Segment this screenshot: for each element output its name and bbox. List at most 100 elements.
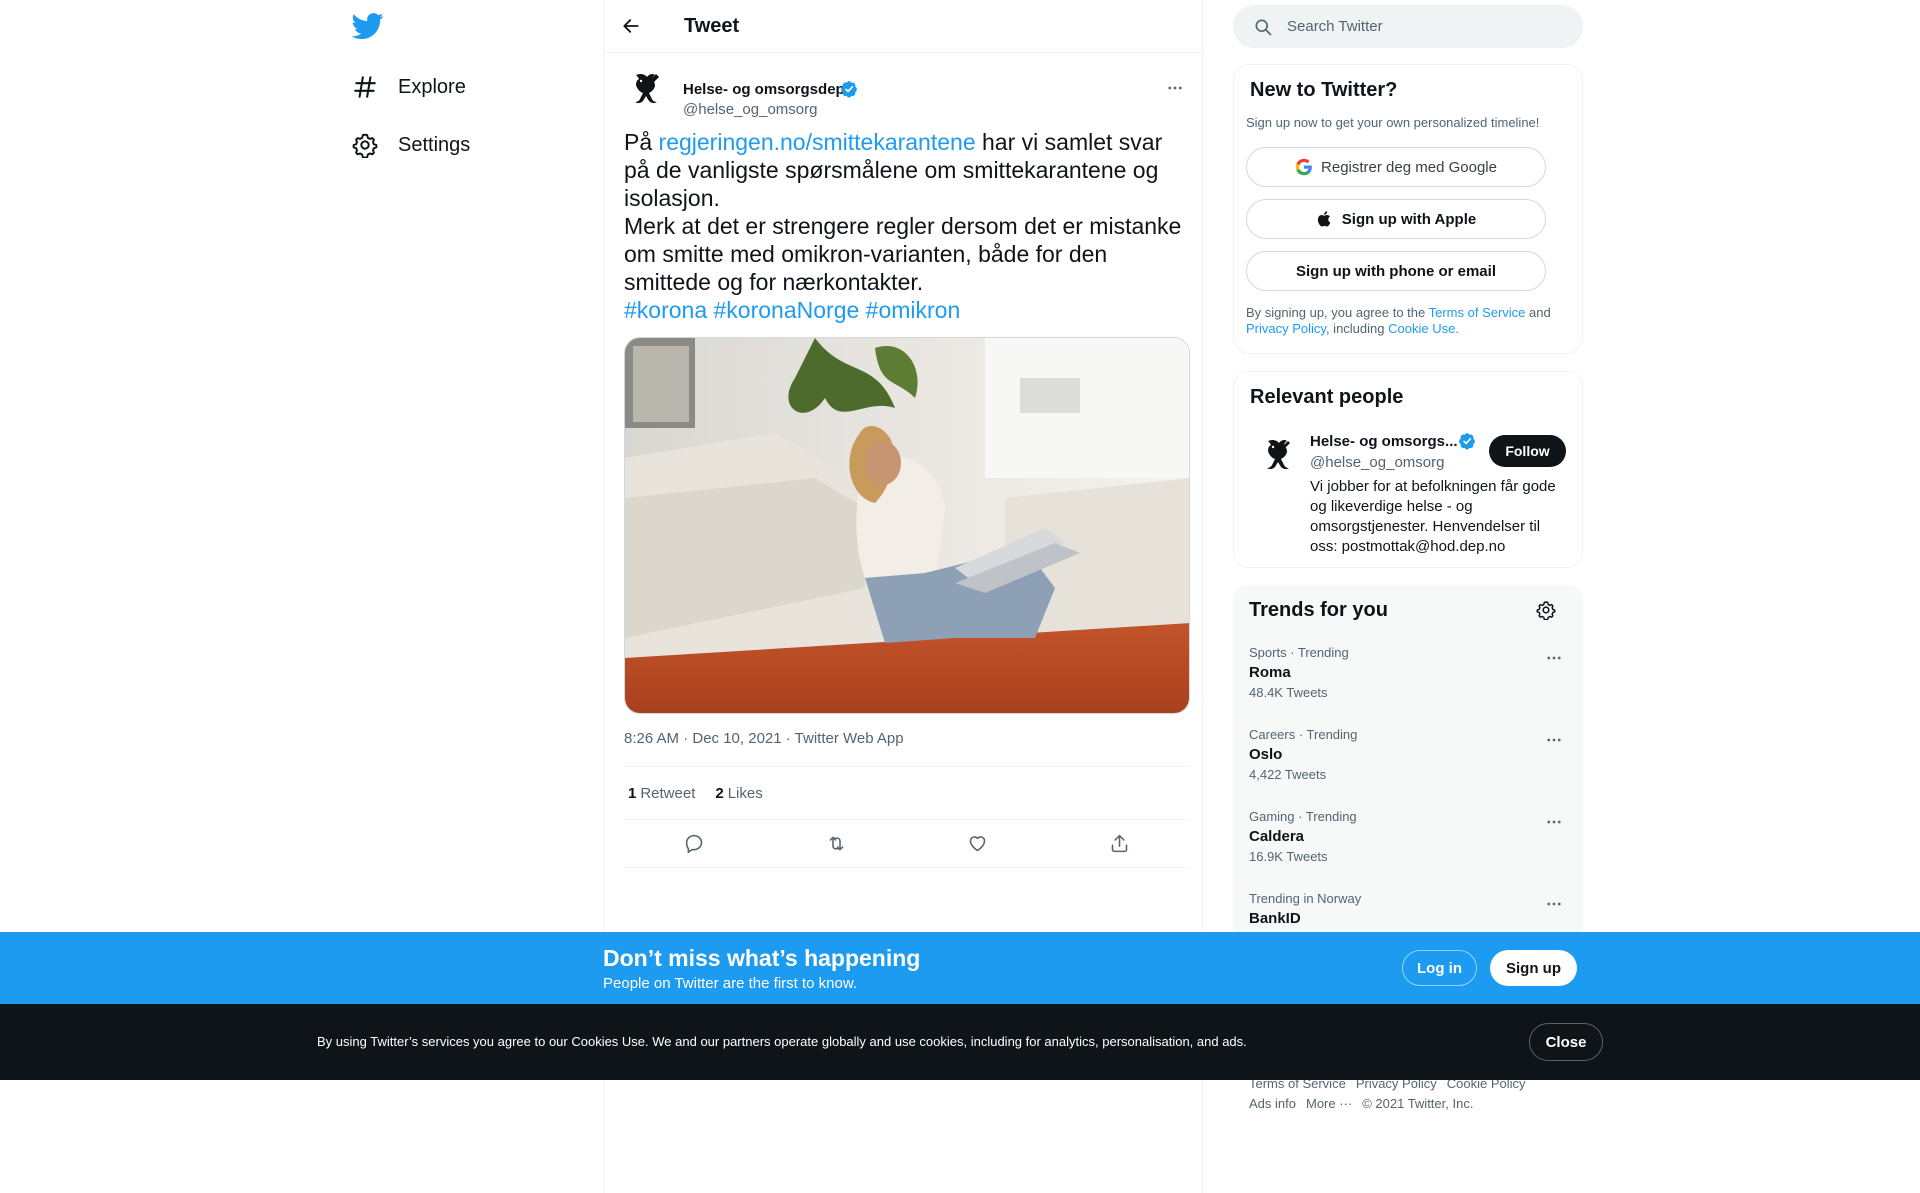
verified-badge-icon [1458, 432, 1476, 450]
trends-card: Trends for you Sports · Trending Roma 48… [1233, 585, 1583, 985]
trend-meta: Sports · Trending [1249, 645, 1349, 660]
trend-meta: Trending in Norway [1249, 891, 1362, 906]
tweet-timestamp[interactable]: 8:26 AM · Dec 10, 2021 · Twitter Web App [624, 730, 904, 747]
apple-signup-label: Sign up with Apple [1341, 210, 1477, 228]
avatar[interactable] [622, 67, 666, 111]
tweet-actions [624, 820, 1190, 868]
author-handle[interactable]: @helse_og_omsorg [683, 101, 817, 118]
search-icon [1253, 17, 1273, 37]
nav-item-label: Settings [398, 133, 471, 156]
woman-with-laptop-photo [625, 338, 1189, 713]
relevant-person-name[interactable]: Helse- og omsorgs... [1310, 433, 1458, 450]
signup-button[interactable]: Sign up [1490, 950, 1577, 986]
twitter-bird-icon[interactable] [351, 10, 384, 42]
avatar[interactable] [1254, 433, 1298, 477]
apple-signup-button[interactable]: Sign up with Apple [1246, 199, 1546, 239]
cookie-banner-text: By using Twitter’s services you agree to… [317, 1034, 1247, 1049]
hashtag-link[interactable]: #koronaNorge [714, 297, 860, 323]
trend-meta: Careers · Trending [1249, 727, 1358, 742]
back-arrow-icon [623, 19, 639, 33]
phone-email-signup-button[interactable]: Sign up with phone or email [1246, 251, 1546, 291]
trend-name: Roma [1249, 664, 1291, 681]
search-bar[interactable] [1233, 5, 1583, 48]
trend-item[interactable]: Sports · Trending Roma 48.4K Tweets [1249, 645, 1567, 727]
footer-more-link[interactable]: More ··· [1306, 1096, 1352, 1111]
login-button[interactable]: Log in [1402, 950, 1477, 986]
tweet-text-part: På [624, 129, 659, 155]
trend-name: Oslo [1249, 746, 1283, 763]
privacy-link[interactable]: Privacy Policy [1246, 321, 1326, 336]
search-input[interactable] [1287, 18, 1557, 35]
close-cookie-banner-button[interactable]: Close [1529, 1023, 1603, 1061]
more-icon [1547, 902, 1561, 906]
reply-button[interactable] [678, 827, 712, 861]
legal-text-part: By signing up, you agree to the [1246, 305, 1429, 320]
tweet-text-part: Merk at det er strengere regler dersom d… [624, 213, 1182, 295]
hashtag-link[interactable]: #omikron [866, 297, 961, 323]
trend-item[interactable]: Careers · Trending Oslo 4,422 Tweets [1249, 727, 1567, 809]
trend-more-button[interactable] [1541, 891, 1567, 917]
page-header: Tweet [604, 0, 1202, 53]
tweet-link[interactable]: regjeringen.no/smittekarantene [659, 129, 976, 155]
tweet-photo[interactable] [624, 337, 1190, 714]
nav-item-settings[interactable]: Settings [352, 125, 470, 165]
google-signup-button[interactable]: Registrer deg med Google [1246, 147, 1546, 187]
trend-meta: Gaming · Trending [1249, 809, 1357, 824]
more-icon [1547, 656, 1561, 660]
cookie-use-link[interactable]: Cookie Use. [1388, 321, 1459, 336]
trend-item[interactable]: Gaming · Trending Caldera 16.9K Tweets [1249, 809, 1567, 891]
promo-subtitle: People on Twitter are the first to know. [603, 975, 858, 992]
tweet-text: På regjeringen.no/smittekarantene har vi… [624, 128, 1190, 324]
tweet-stats: 1 Retweet 2 Likes [624, 766, 1190, 820]
terms-link[interactable]: Terms of Service [1429, 305, 1526, 320]
trend-count: 16.9K Tweets [1249, 849, 1328, 864]
reply-icon [686, 834, 703, 854]
promo-title: Don’t miss what’s happening [603, 945, 921, 971]
signup-card-title: New to Twitter? [1250, 79, 1398, 101]
retweet-button[interactable] [819, 827, 853, 861]
relevant-person-handle[interactable]: @helse_og_omsorg [1310, 454, 1444, 471]
hashtag-icon [352, 74, 378, 100]
share-icon [1111, 834, 1128, 853]
apple-icon [1316, 210, 1334, 228]
retweet-icon [829, 836, 844, 851]
nav-item-explore[interactable]: Explore [352, 67, 466, 107]
trend-name: BankID [1249, 910, 1301, 927]
footer-link[interactable]: Ads info [1249, 1096, 1296, 1111]
more-icon [1168, 86, 1182, 90]
trend-count: 48.4K Tweets [1249, 685, 1328, 700]
nav-item-label: Explore [398, 75, 466, 98]
signup-card: New to Twitter? Sign up now to get your … [1233, 64, 1583, 354]
trend-more-button[interactable] [1541, 809, 1567, 835]
signup-promo-banner: Don’t miss what’s happening People on Tw… [0, 932, 1920, 1004]
norwegian-lion-crest-icon [1254, 433, 1298, 477]
google-signup-label: Registrer deg med Google [1321, 158, 1497, 176]
hashtag-link[interactable]: #korona [624, 297, 707, 323]
gear-icon [352, 132, 378, 159]
legal-text-part: and [1525, 305, 1551, 320]
like-count[interactable]: 2 [715, 785, 723, 802]
signup-card-subtitle: Sign up now to get your own personalized… [1246, 115, 1540, 130]
copyright: © 2021 Twitter, Inc. [1362, 1096, 1474, 1111]
follow-button[interactable]: Follow [1489, 435, 1566, 467]
tweet-author: Helse- og omsorgsdep @helse_og_omsorg [620, 65, 1188, 118]
footer-links: Terms of Service Privacy Policy Cookie Pol… [1249, 1074, 1569, 1114]
relevant-person-bio: Vi jobber for at befolkningen får gode o… [1310, 478, 1556, 555]
retweet-count[interactable]: 1 [628, 785, 636, 802]
share-button[interactable] [1102, 827, 1136, 861]
like-label[interactable]: Likes [728, 785, 763, 802]
trend-more-button[interactable] [1541, 645, 1567, 671]
more-options-button[interactable] [1162, 75, 1188, 101]
back-button[interactable] [614, 9, 648, 43]
trend-more-button[interactable] [1541, 727, 1567, 753]
like-button[interactable] [961, 827, 995, 861]
trends-settings-button[interactable] [1536, 600, 1556, 621]
heart-icon [969, 836, 986, 852]
more-icon [1547, 820, 1561, 824]
norwegian-lion-crest-icon [622, 67, 666, 111]
signup-legal-text: By signing up, you agree to the Terms of… [1246, 305, 1566, 337]
author-name[interactable]: Helse- og omsorgsdep [683, 81, 845, 98]
gear-icon [1536, 601, 1556, 621]
relevant-people-title: Relevant people [1250, 386, 1404, 408]
retweet-label[interactable]: Retweet [640, 785, 695, 802]
